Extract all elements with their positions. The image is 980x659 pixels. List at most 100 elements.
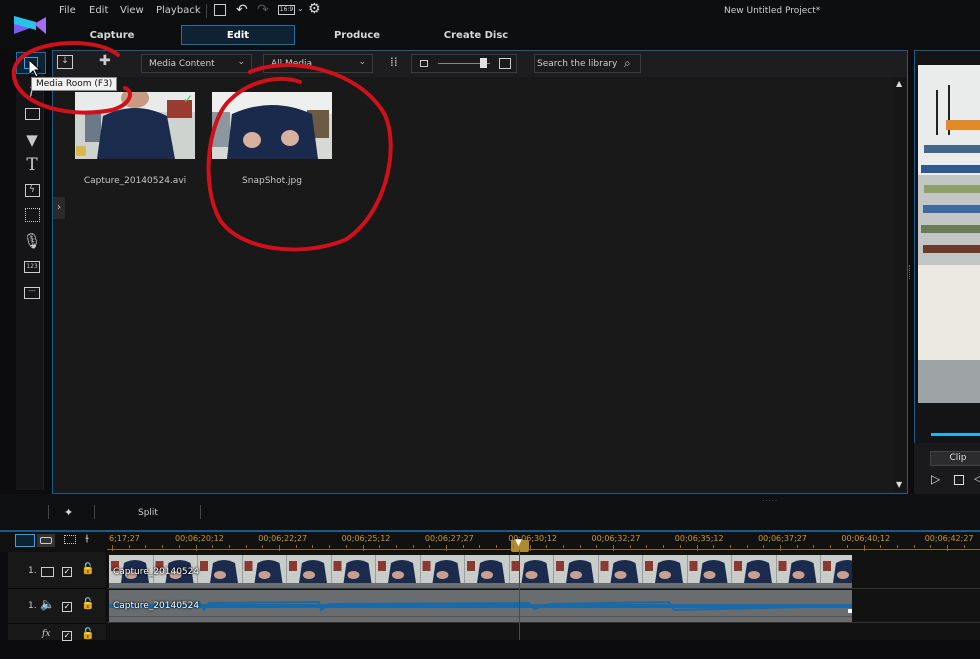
- ruler-tick: [212, 545, 214, 548]
- media-thumbnail-capture[interactable]: [75, 92, 195, 159]
- scroll-down-icon[interactable]: ▼: [896, 480, 902, 489]
- ruler-tick: [679, 545, 681, 548]
- ruler-tick: [195, 545, 197, 551]
- ruler-tick: [880, 545, 882, 548]
- panel-resize-handle[interactable]: [909, 265, 911, 279]
- playhead-line[interactable]: [519, 550, 520, 640]
- timecode-label: 00;06;35;12: [674, 534, 724, 543]
- ruler-tick: [596, 545, 598, 548]
- tab-edit[interactable]: Edit: [181, 25, 295, 45]
- split-button[interactable]: Split: [138, 508, 158, 518]
- project-title: New Untitled Project*: [724, 6, 821, 16]
- ruler-tick: [178, 545, 180, 548]
- track-enable-checkbox[interactable]: ✓: [62, 567, 72, 577]
- timecode-label: 00;06;25;12: [341, 534, 391, 543]
- preview-video: [918, 65, 980, 403]
- fit-timeline-icon[interactable]: [64, 535, 76, 544]
- aspect-ratio-button[interactable]: 16:9: [278, 5, 295, 15]
- unlock-icon[interactable]: 🔓: [81, 627, 95, 640]
- undo-icon[interactable]: ↶: [236, 2, 248, 18]
- search-icon[interactable]: ⌕: [624, 56, 631, 71]
- ruler-tick: [345, 545, 347, 548]
- plugin-icon[interactable]: ✚: [99, 53, 111, 69]
- title-room-icon[interactable]: T: [22, 155, 42, 175]
- unlock-icon[interactable]: 🔓: [81, 562, 95, 575]
- library-search-field[interactable]: Search the library ⌕: [534, 54, 641, 73]
- particle-room-icon[interactable]: ▼: [22, 130, 42, 150]
- ruler-tick: [112, 545, 113, 551]
- scroll-up-icon[interactable]: ▲: [896, 79, 902, 88]
- filmstrip-frame: [732, 555, 776, 583]
- large-thumb-icon[interactable]: [499, 58, 511, 69]
- ruler-tick: [713, 545, 715, 548]
- filmstrip-frame: [643, 555, 687, 583]
- chevron-down-icon[interactable]: ⌄: [297, 4, 304, 13]
- expand-panel-button[interactable]: ›: [53, 197, 65, 219]
- timecode-label: 00;06;27;27: [424, 534, 474, 543]
- tab-produce[interactable]: Produce: [307, 25, 407, 45]
- menu-edit[interactable]: Edit: [89, 5, 108, 16]
- filmstrip-frame: [554, 555, 598, 583]
- media-thumbnail-snapshot[interactable]: [212, 92, 332, 159]
- ruler-tick: [963, 545, 965, 548]
- previous-frame-icon[interactable]: ◁: [974, 472, 980, 485]
- clip-mode-button[interactable]: Clip: [930, 451, 980, 466]
- library-scrollbar[interactable]: ▲ ▼: [894, 78, 906, 492]
- timeline-view-button[interactable]: [15, 534, 35, 547]
- used-checkmark-icon: ✓: [183, 92, 194, 106]
- chevron-down-icon: ⌄: [237, 57, 245, 67]
- media-label: Capture_20140524.avi: [83, 176, 187, 186]
- thumbnail-size-handle[interactable]: [480, 58, 487, 68]
- microphone-icon[interactable]: 🎙: [22, 231, 42, 251]
- ruler-tick: [412, 545, 414, 548]
- filmstrip-frame: [331, 555, 376, 583]
- unlock-icon[interactable]: 🔓: [81, 597, 95, 610]
- transition-room-icon[interactable]: ϟ: [22, 180, 42, 200]
- toolbar-divider: [94, 505, 95, 519]
- play-icon[interactable]: ▷: [931, 472, 940, 486]
- video-clip[interactable]: Capture_20140524: [109, 555, 852, 588]
- redo-icon[interactable]: ↷: [257, 2, 269, 18]
- video-track-icon: [41, 567, 54, 577]
- ruler-baseline: [107, 549, 980, 550]
- subtitle-room-icon[interactable]: ---: [22, 283, 42, 303]
- timecode-label: 00;06;42;27: [924, 534, 974, 543]
- audio-clip[interactable]: Capture_20140524: [109, 590, 852, 622]
- menu-view[interactable]: View: [120, 5, 144, 16]
- audio-track-header: 1. 🔈 ✓ 🔓: [8, 590, 106, 624]
- storyboard-view-button[interactable]: [37, 534, 55, 547]
- preview-progress-bar[interactable]: [931, 433, 980, 436]
- track-enable-checkbox[interactable]: ✓: [62, 602, 72, 612]
- resize-grip[interactable]: ·····: [762, 497, 778, 505]
- small-thumb-icon[interactable]: [420, 60, 428, 67]
- ruler-tick: [479, 545, 481, 548]
- menu-designer-icon[interactable]: [22, 205, 42, 225]
- filmstrip-frame: [509, 555, 554, 583]
- tab-create-disc[interactable]: Create Disc: [426, 25, 526, 45]
- timecode-label: 00;06;22;27: [258, 534, 308, 543]
- filmstrip-frame: [376, 555, 420, 583]
- ruler-tick: [930, 545, 932, 548]
- media-content-dropdown[interactable]: Media Content ⌄: [141, 54, 252, 73]
- magic-tools-icon[interactable]: ✦: [64, 506, 73, 519]
- search-input[interactable]: Search the library: [537, 59, 617, 69]
- sort-grid-icon[interactable]: ⁞⁞: [390, 55, 398, 69]
- ruler-tick: [462, 545, 464, 548]
- ruler-tick: [579, 545, 581, 548]
- tab-capture[interactable]: Capture: [62, 25, 162, 45]
- media-filter-dropdown[interactable]: All Media ⌄: [263, 54, 373, 73]
- zoom-tracks-icon[interactable]: ⫳: [85, 533, 89, 544]
- ruler-tick: [262, 545, 264, 548]
- gear-icon[interactable]: ⚙: [308, 1, 321, 17]
- ruler-tick: [145, 545, 147, 548]
- import-media-icon[interactable]: ↓: [57, 55, 73, 69]
- timecode-label: 00;06;32;27: [591, 534, 641, 543]
- save-icon[interactable]: [214, 4, 226, 16]
- menu-file[interactable]: File: [59, 5, 76, 16]
- menu-playback[interactable]: Playback: [156, 5, 201, 16]
- chapter-room-icon[interactable]: 123: [22, 257, 42, 277]
- pip-objects-icon[interactable]: [22, 104, 42, 124]
- ruler-tick: [446, 545, 447, 551]
- stop-icon[interactable]: [954, 475, 964, 485]
- audio-keyframe-handle[interactable]: [848, 609, 852, 613]
